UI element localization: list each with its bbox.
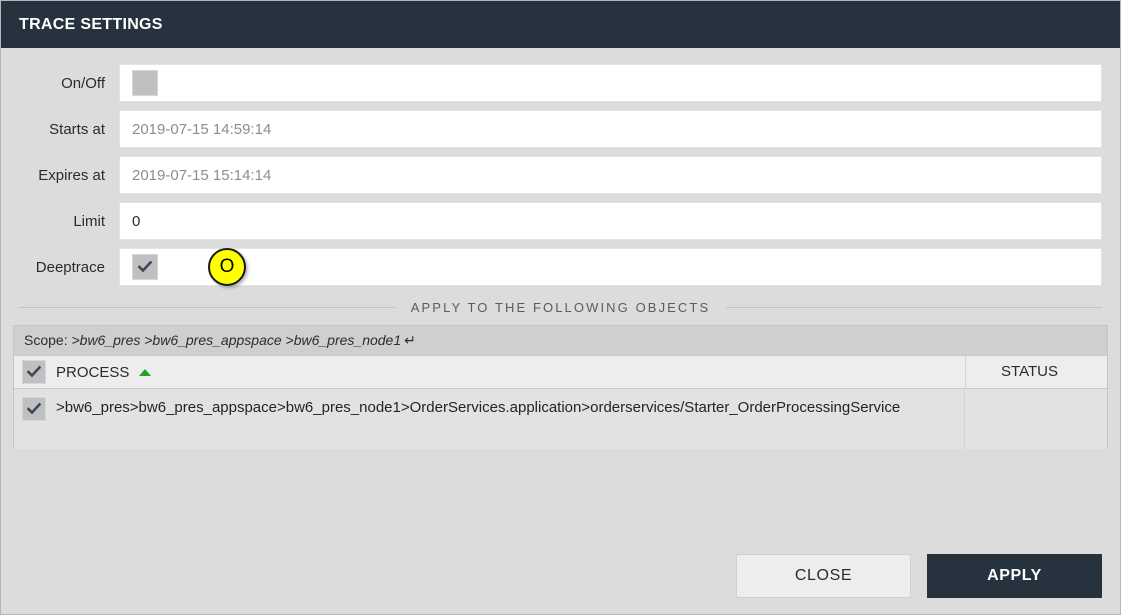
dialog-titlebar: TRACE SETTINGS: [1, 1, 1120, 48]
label-on-off: On/Off: [61, 74, 105, 92]
dialog-footer: CLOSE APPLY: [736, 554, 1102, 598]
divider-label: APPLY TO THE FOLLOWING OBJECTS: [410, 300, 711, 315]
starts-at-value: 2019-07-15 14:59:14: [132, 120, 272, 138]
status-column-label: STATUS: [965, 356, 1093, 388]
scope-bar: Scope: >bw6_pres >bw6_pres_appspace >bw6…: [14, 326, 1107, 355]
row-status-cell: [964, 389, 1093, 449]
return-arrow-icon[interactable]: ↵: [404, 332, 416, 348]
table-header-process[interactable]: PROCESS: [22, 360, 965, 384]
select-all-checkbox[interactable]: [22, 360, 46, 384]
divider-line-right: [726, 307, 1103, 308]
checkmark-icon: [138, 260, 152, 273]
form-row-expires-at: Expires at 2019-07-15 15:14:14: [19, 156, 1102, 194]
field-starts-at[interactable]: 2019-07-15 14:59:14: [119, 110, 1102, 148]
limit-value: 0: [132, 212, 141, 230]
label-limit: Limit: [73, 212, 105, 230]
field-expires-at[interactable]: 2019-07-15 15:14:14: [119, 156, 1102, 194]
annotation-badge-o: O: [208, 248, 246, 286]
process-column-label: PROCESS: [56, 363, 130, 381]
row-checkbox[interactable]: [22, 397, 46, 421]
table-row[interactable]: >bw6_pres>bw6_pres_appspace>bw6_pres_nod…: [14, 389, 1107, 449]
expires-at-value: 2019-07-15 15:14:14: [132, 166, 272, 184]
label-starts-at: Starts at: [49, 120, 105, 138]
close-button[interactable]: CLOSE: [736, 554, 911, 598]
table-header-row: PROCESS STATUS: [14, 355, 1107, 389]
dialog-title: TRACE SETTINGS: [19, 15, 163, 33]
row-select-cell: [22, 389, 46, 449]
scope-label: Scope:: [24, 332, 68, 348]
form-row-starts-at: Starts at 2019-07-15 14:59:14: [19, 110, 1102, 148]
form-row-on-off: On/Off: [19, 64, 1102, 102]
label-deeptrace: Deeptrace: [35, 258, 105, 276]
field-limit[interactable]: 0: [119, 202, 1102, 240]
scope-path: >bw6_pres >bw6_pres_appspace >bw6_pres_n…: [71, 332, 402, 348]
apply-button[interactable]: APPLY: [927, 554, 1102, 598]
divider-line-left: [19, 307, 395, 308]
checkmark-icon: [27, 402, 41, 415]
field-deeptrace: O: [119, 248, 1102, 286]
field-on-off: [119, 64, 1102, 102]
label-expires-at: Expires at: [38, 166, 105, 184]
deeptrace-checkbox[interactable]: [132, 254, 158, 280]
form-row-limit: Limit 0: [19, 202, 1102, 240]
objects-table: Scope: >bw6_pres >bw6_pres_appspace >bw6…: [13, 325, 1108, 449]
on-off-checkbox[interactable]: [132, 70, 158, 96]
row-process-path: >bw6_pres>bw6_pres_appspace>bw6_pres_nod…: [56, 399, 901, 416]
trace-settings-dialog: TRACE SETTINGS On/Off Starts at 2019-07-…: [0, 0, 1121, 615]
trace-settings-form: On/Off Starts at 2019-07-15 14:59:14 Exp…: [1, 48, 1120, 286]
row-scrollbar-gutter: [1093, 389, 1107, 449]
checkmark-icon: [27, 365, 41, 378]
sort-ascending-icon[interactable]: [139, 368, 152, 376]
section-divider-apply-to-objects: APPLY TO THE FOLLOWING OBJECTS: [19, 300, 1103, 315]
form-row-deeptrace: Deeptrace O: [19, 248, 1102, 286]
